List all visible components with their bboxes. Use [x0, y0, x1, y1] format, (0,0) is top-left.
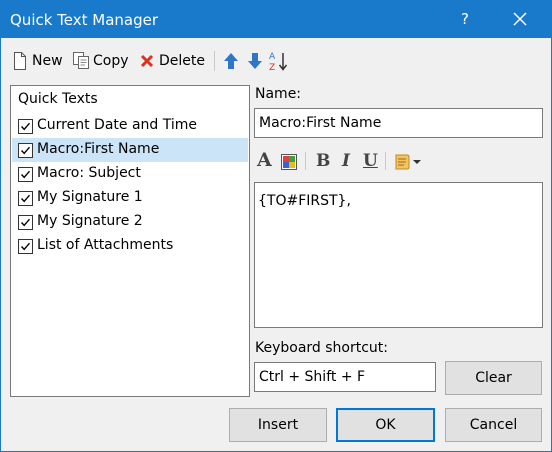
- shortcut-input-value: Ctrl + Shift + F: [259, 369, 366, 385]
- list-item-label: My Signature 1: [37, 189, 143, 205]
- format-separator: [385, 152, 386, 170]
- svg-text:Z: Z: [269, 63, 275, 72]
- new-button[interactable]: New: [12, 49, 67, 73]
- italic-button[interactable]: I: [338, 151, 356, 173]
- move-down-button[interactable]: [247, 49, 263, 73]
- insert-button[interactable]: Insert: [229, 408, 327, 442]
- sort-az-icon: A Z: [269, 52, 288, 72]
- clear-button[interactable]: Clear: [445, 361, 542, 395]
- name-input-value: Macro:First Name: [259, 115, 382, 131]
- item-checkbox[interactable]: [18, 167, 33, 182]
- arrow-up-icon: [224, 53, 238, 69]
- checkmark-icon: [20, 122, 31, 131]
- editor-text: {TO#FIRST},: [258, 193, 351, 209]
- quick-texts-list[interactable]: Quick Texts Current Date and Time Macro:…: [10, 85, 250, 397]
- format-separator: [305, 152, 306, 170]
- svg-text:A: A: [269, 52, 276, 62]
- toolbar-separator: [214, 51, 215, 71]
- checkmark-icon: [20, 146, 31, 155]
- new-document-icon: [14, 52, 26, 70]
- shortcut-label: Keyboard shortcut:: [255, 340, 389, 356]
- move-up-button[interactable]: [223, 49, 239, 73]
- copy-icon: [73, 52, 89, 69]
- title-bar: Quick Text Manager ?: [1, 1, 551, 38]
- list-item[interactable]: Current Date and Time: [12, 114, 248, 138]
- list-item[interactable]: List of Attachments: [12, 234, 248, 258]
- underline-icon: U: [363, 151, 378, 171]
- item-checkbox[interactable]: [18, 119, 33, 134]
- bold-icon: B: [316, 151, 331, 171]
- quick-text-editor[interactable]: {TO#FIRST},: [254, 182, 543, 328]
- delete-label: Delete: [159, 53, 205, 69]
- list-item-label: List of Attachments: [37, 237, 174, 253]
- checkmark-icon: [20, 242, 31, 251]
- help-button[interactable]: ?: [453, 7, 477, 31]
- list-item-label: Current Date and Time: [37, 117, 197, 133]
- bold-button[interactable]: B: [314, 151, 332, 173]
- delete-icon: [140, 54, 154, 68]
- shortcut-input[interactable]: Ctrl + Shift + F: [254, 362, 436, 392]
- checkmark-icon: [20, 218, 31, 227]
- color-palette-icon: [281, 154, 297, 170]
- list-item-selected[interactable]: Macro:First Name: [12, 138, 248, 162]
- checkmark-icon: [20, 170, 31, 179]
- name-input[interactable]: Macro:First Name: [254, 108, 543, 138]
- dialog-window: Quick Text Manager ? New Copy Delete A Z…: [0, 0, 552, 452]
- copy-button[interactable]: Copy: [73, 49, 131, 73]
- copy-label: Copy: [93, 53, 129, 69]
- window-title: Quick Text Manager: [10, 11, 159, 29]
- list-item-label: My Signature 2: [37, 213, 143, 229]
- close-icon: [513, 12, 527, 26]
- list-item[interactable]: Macro: Subject: [12, 162, 248, 186]
- name-label: Name:: [255, 86, 302, 102]
- delete-button[interactable]: Delete: [139, 49, 207, 73]
- close-button[interactable]: [508, 7, 532, 31]
- list-header: Quick Texts: [18, 91, 98, 107]
- color-button[interactable]: [281, 151, 299, 173]
- checkmark-icon: [20, 194, 31, 203]
- scroll-macro-icon: [395, 154, 421, 170]
- list-item[interactable]: My Signature 1: [12, 186, 248, 210]
- font-button[interactable]: A: [257, 149, 277, 173]
- list-item-label: Macro: Subject: [37, 165, 141, 181]
- list-item[interactable]: My Signature 2: [12, 210, 248, 234]
- cancel-button[interactable]: Cancel: [445, 408, 542, 442]
- item-checkbox[interactable]: [18, 239, 33, 254]
- font-icon: A: [257, 149, 272, 171]
- underline-button[interactable]: U: [361, 151, 381, 173]
- item-checkbox[interactable]: [18, 191, 33, 206]
- list-item-label: Macro:First Name: [37, 141, 160, 157]
- italic-icon: I: [342, 151, 350, 171]
- sort-button[interactable]: A Z: [269, 49, 289, 73]
- item-checkbox[interactable]: [18, 215, 33, 230]
- item-checkbox[interactable]: [18, 143, 33, 158]
- new-label: New: [32, 53, 63, 69]
- insert-macro-dropdown[interactable]: [393, 151, 423, 173]
- arrow-down-icon: [248, 53, 262, 69]
- ok-button[interactable]: OK: [336, 408, 435, 442]
